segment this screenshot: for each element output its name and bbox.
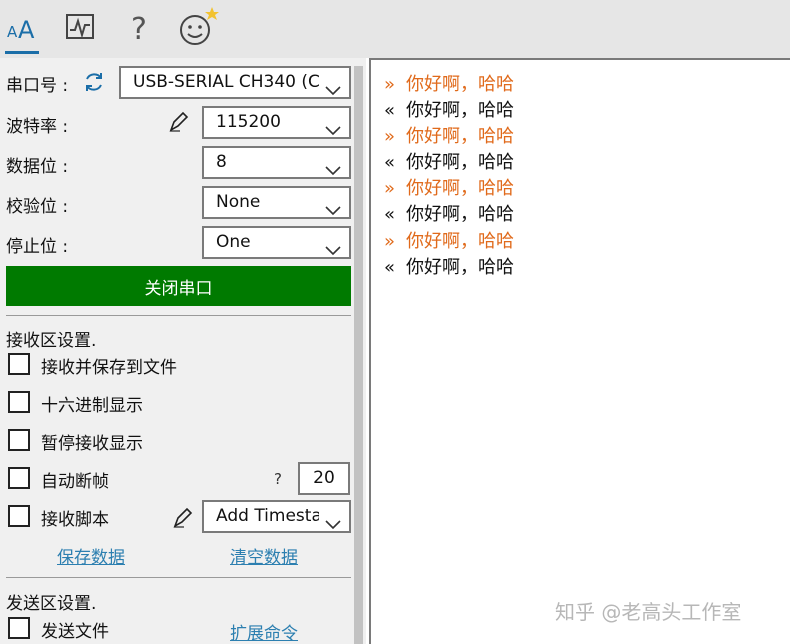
message-text: 你好啊，哈哈 xyxy=(406,231,514,252)
message-direction: « xyxy=(384,152,396,173)
send-file-checkbox[interactable] xyxy=(8,617,30,639)
edit-pen-icon[interactable] xyxy=(166,110,190,138)
edit-pen-icon[interactable] xyxy=(170,506,194,534)
frame-timeout-input[interactable]: 20 xyxy=(298,462,350,495)
databits-select-value: 8 xyxy=(216,152,227,172)
save-to-file-label: 接收并保存到文件 xyxy=(41,358,177,378)
message-direction: « xyxy=(384,204,396,225)
message-direction: » xyxy=(384,231,396,252)
message-line: » 你好啊，哈哈 xyxy=(384,122,514,148)
auto-frame-label: 自动断帧 xyxy=(41,472,109,492)
chevron-down-icon xyxy=(325,197,341,217)
baud-select-value: 115200 xyxy=(216,112,281,132)
message-text: 你好啊，哈哈 xyxy=(406,152,514,173)
stopbits-select-value: One xyxy=(216,232,251,252)
message-line: « 你好啊，哈哈 xyxy=(384,96,514,122)
svg-text:A: A xyxy=(18,16,35,41)
message-text: 你好啊，哈哈 xyxy=(406,74,514,95)
message-text: 你好啊，哈哈 xyxy=(406,126,514,147)
baud-label: 波特率 : xyxy=(6,117,69,137)
smiley-icon xyxy=(176,6,220,52)
pause-display-label: 暂停接收显示 xyxy=(41,434,143,454)
message-text: 你好啊，哈哈 xyxy=(406,100,514,121)
refresh-icon[interactable] xyxy=(82,70,106,98)
parity-select-value: None xyxy=(216,192,261,212)
top-toolbar: A A ? xyxy=(0,0,790,58)
frame-help-icon[interactable]: ? xyxy=(274,470,282,488)
message-direction: « xyxy=(384,100,396,121)
tab-help[interactable]: ? xyxy=(119,6,159,52)
message-text: 你好啊，哈哈 xyxy=(406,257,514,278)
receive-section-title: 接收区设置. xyxy=(6,331,97,351)
message-line: » 你好啊，哈哈 xyxy=(384,227,514,253)
parity-label: 校验位 : xyxy=(6,197,69,217)
divider xyxy=(6,577,351,578)
divider xyxy=(6,315,351,316)
receive-script-checkbox[interactable] xyxy=(8,505,30,527)
extend-command-link[interactable]: 扩展命令 xyxy=(230,619,298,644)
message-line: « 你好啊，哈哈 xyxy=(384,200,514,226)
message-direction: « xyxy=(384,257,396,278)
message-direction: » xyxy=(384,126,396,147)
save-data-link[interactable]: 保存数据 xyxy=(57,543,125,568)
receive-script-select[interactable]: Add Timesta xyxy=(202,500,351,533)
clear-data-link[interactable]: 清空数据 xyxy=(230,543,298,568)
receive-script-value: Add Timesta xyxy=(216,506,319,526)
databits-label: 数据位 : xyxy=(6,157,69,177)
chevron-down-icon xyxy=(325,237,341,257)
settings-scrollbar-thumb[interactable] xyxy=(354,66,363,644)
message-line: « 你好啊，哈哈 xyxy=(384,148,514,174)
message-text: 你好啊，哈哈 xyxy=(406,178,514,199)
hex-display-label: 十六进制显示 xyxy=(41,396,143,416)
port-select-value: USB-SERIAL CH340 (COM xyxy=(133,72,319,92)
tab-chart[interactable] xyxy=(60,6,100,52)
tab-font-settings[interactable]: A A xyxy=(2,6,42,54)
hex-display-checkbox[interactable] xyxy=(8,391,30,413)
send-section-title: 发送区设置. xyxy=(6,594,97,614)
chart-icon xyxy=(65,13,95,45)
message-direction: » xyxy=(384,178,396,199)
message-line: » 你好啊，哈哈 xyxy=(384,174,514,200)
port-label: 串口号 : xyxy=(6,76,69,96)
chevron-down-icon xyxy=(325,77,341,97)
stopbits-select[interactable]: One xyxy=(202,226,351,259)
message-text: 你好啊，哈哈 xyxy=(406,204,514,225)
svg-text:A: A xyxy=(7,23,18,41)
close-port-button[interactable]: 关闭串口 xyxy=(6,266,351,306)
baud-select[interactable]: 115200 xyxy=(202,106,351,139)
chevron-down-icon xyxy=(325,117,341,137)
message-line: « 你好啊，哈哈 xyxy=(384,253,514,279)
watermark: 知乎 @老高头工作室 xyxy=(555,600,742,624)
stopbits-label: 停止位 : xyxy=(6,237,69,257)
save-to-file-checkbox[interactable] xyxy=(8,353,30,375)
pause-display-checkbox[interactable] xyxy=(8,429,30,451)
font-size-icon: A A xyxy=(6,13,38,45)
chevron-down-icon xyxy=(325,511,341,531)
chevron-down-icon xyxy=(325,157,341,177)
message-direction: » xyxy=(384,74,396,95)
parity-select[interactable]: None xyxy=(202,186,351,219)
port-select[interactable]: USB-SERIAL CH340 (COM xyxy=(119,66,351,99)
tab-feedback[interactable] xyxy=(176,6,220,52)
receive-script-label: 接收脚本 xyxy=(41,510,109,530)
auto-frame-checkbox[interactable] xyxy=(8,467,30,489)
databits-select[interactable]: 8 xyxy=(202,146,351,179)
help-icon: ? xyxy=(131,11,147,47)
send-file-label: 发送文件 xyxy=(41,622,109,642)
message-line: » 你好啊，哈哈 xyxy=(384,70,514,96)
